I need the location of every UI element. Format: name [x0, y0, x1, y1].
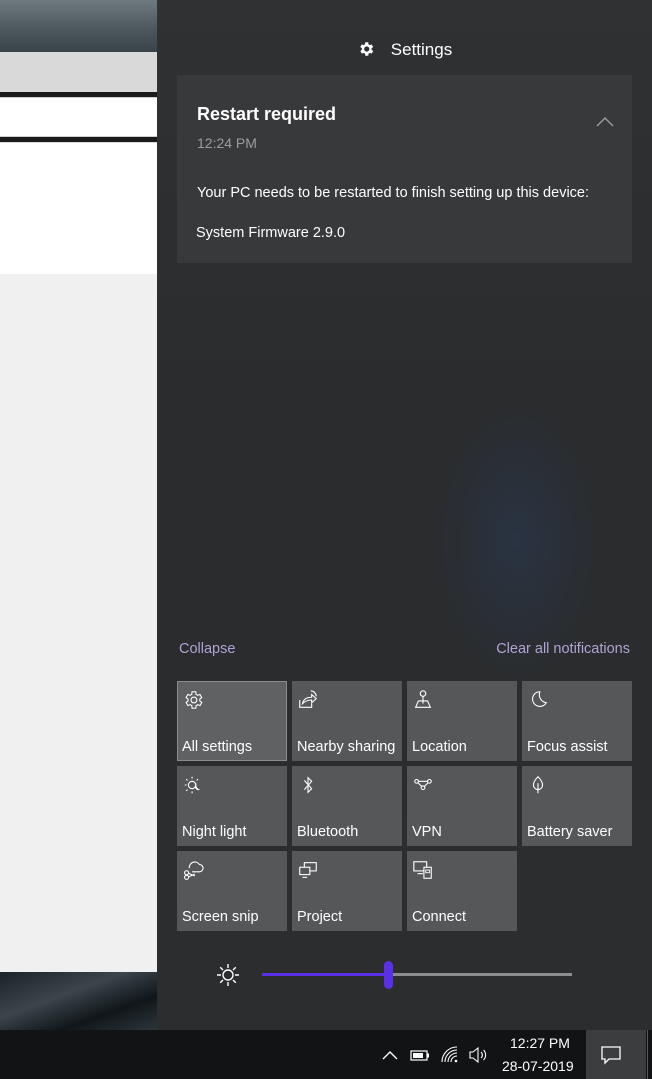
notification-time: 12:24 PM	[197, 135, 257, 151]
battery-icon[interactable]	[410, 1045, 430, 1065]
quick-action-vpn[interactable]: VPN	[407, 766, 517, 846]
quick-action-label: Battery saver	[527, 824, 613, 840]
quick-action-label: All settings	[182, 739, 253, 755]
wifi-icon[interactable]	[440, 1045, 460, 1065]
quick-action-nearby-sharing[interactable]: Nearby sharing	[292, 681, 402, 761]
show-desktop-button[interactable]	[647, 1030, 648, 1079]
project-icon	[299, 862, 317, 878]
brightness-slider-fill	[262, 973, 388, 976]
background-wallpaper-top	[0, 0, 157, 52]
collapse-link[interactable]: Collapse	[179, 641, 235, 657]
volume-icon[interactable]	[468, 1045, 488, 1065]
quick-action-night-light[interactable]: Night light	[177, 766, 287, 846]
action-center-header[interactable]: Settings	[157, 36, 652, 64]
quick-action-screen-snip[interactable]: Screen snip	[177, 851, 287, 931]
quick-action-label: VPN	[412, 824, 442, 840]
taskbar-clock-date[interactable]: 28-07-2019	[502, 1058, 574, 1074]
notification-body: Your PC needs to be restarted to finish …	[197, 185, 590, 201]
quick-action-all-settings[interactable]: All settings	[177, 681, 287, 761]
location-icon	[414, 690, 432, 708]
bluetooth-icon	[303, 776, 313, 794]
quick-action-label: Bluetooth	[297, 824, 359, 840]
background-window-toolbar	[0, 52, 157, 92]
notification-icon	[601, 1046, 621, 1065]
action-center-settings-title[interactable]: Settings	[391, 40, 452, 60]
quick-action-battery-saver[interactable]: Battery saver	[522, 766, 632, 846]
vpn-icon	[414, 778, 432, 791]
quick-action-bluetooth[interactable]: Bluetooth	[292, 766, 402, 846]
quick-action-label: Focus assist	[527, 739, 608, 755]
background-wallpaper-bottom	[0, 972, 157, 1030]
clear-all-notifications-link[interactable]: Clear all notifications	[496, 641, 630, 657]
sun-icon	[217, 964, 239, 986]
quick-action-project[interactable]: Project	[292, 851, 402, 931]
background-window-address-bar	[0, 97, 157, 137]
background-window	[0, 0, 157, 1030]
gear-icon	[360, 42, 373, 56]
quick-action-location[interactable]: Location	[407, 681, 517, 761]
chevron-up-icon[interactable]	[380, 1045, 400, 1065]
brightness-slider-thumb[interactable]	[383, 961, 393, 989]
quick-action-label: Nearby sharing	[297, 739, 396, 755]
connect-icon	[413, 861, 432, 879]
quick-action-label: Night light	[182, 824, 247, 840]
quick-action-label: Project	[297, 909, 343, 925]
quick-action-label: Location	[412, 739, 467, 755]
night-light-icon	[184, 776, 201, 794]
chevron-up-icon[interactable]	[596, 115, 614, 127]
background-window-content	[0, 142, 157, 275]
background-window-body	[0, 274, 157, 972]
battery-saver-icon	[532, 775, 544, 794]
notification-title: Restart required	[197, 104, 337, 124]
action-center-button[interactable]	[586, 1030, 646, 1079]
scissors-icon	[184, 861, 204, 880]
notification-card[interactable]: Restart required 12:24 PM Your PC needs …	[177, 75, 632, 263]
action-center-panel: Settings Restart required 12:24 PM Your …	[157, 0, 652, 1030]
quick-action-focus-assist[interactable]: Focus assist	[522, 681, 632, 761]
nearby-sharing-icon	[299, 690, 318, 708]
brightness-slider[interactable]	[262, 961, 572, 989]
moon-icon	[532, 691, 548, 707]
quick-action-label: Screen snip	[182, 909, 259, 925]
taskbar-clock-time[interactable]: 12:27 PM	[510, 1035, 570, 1051]
quick-action-connect[interactable]: Connect	[407, 851, 517, 931]
notification-detail: System Firmware 2.9.0	[196, 225, 346, 241]
quick-action-label: Connect	[412, 909, 467, 925]
gear-icon	[185, 691, 203, 709]
